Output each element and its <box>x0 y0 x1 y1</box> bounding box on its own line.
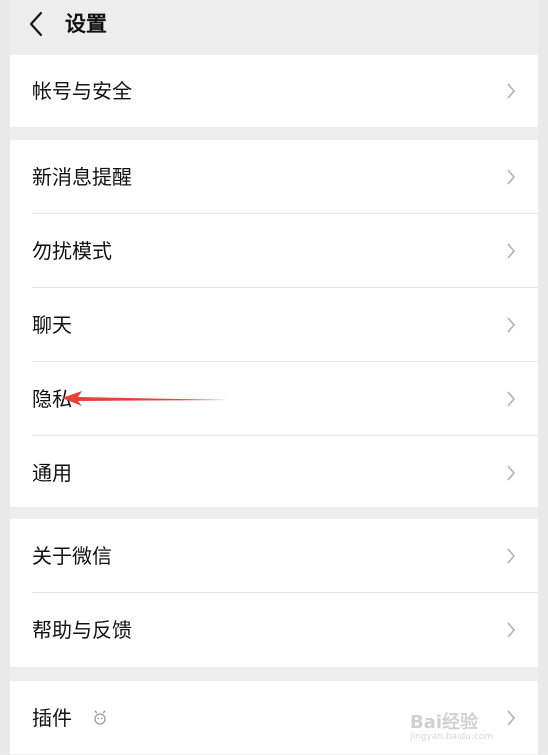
settings-item-chat[interactable]: 聊天 <box>10 288 538 362</box>
chevron-left-icon[interactable] <box>28 11 44 37</box>
settings-item-label: 帐号与安全 <box>32 79 132 103</box>
settings-item-about-wechat[interactable]: 关于微信 <box>10 519 538 593</box>
settings-screen: 设置 帐号与安全 新消息提醒 勿扰模式 聊天 隐私 通用 关于微信 帮助与反馈 … <box>0 0 548 754</box>
chevron-right-icon <box>507 548 516 564</box>
chevron-right-icon <box>507 317 516 333</box>
settings-item-label: 勿扰模式 <box>32 239 112 263</box>
settings-item-do-not-disturb[interactable]: 勿扰模式 <box>10 214 538 288</box>
watermark-main: Bai经验 <box>410 712 479 733</box>
left-edge <box>0 0 10 754</box>
chevron-right-icon <box>507 243 516 259</box>
settings-item-label: 关于微信 <box>32 544 112 568</box>
nav-bar: 设置 <box>10 0 538 50</box>
settings-item-help-feedback[interactable]: 帮助与反馈 <box>10 593 538 667</box>
settings-item-label: 新消息提醒 <box>32 165 132 189</box>
settings-group-account: 帐号与安全 <box>10 55 538 127</box>
settings-item-label: 帮助与反馈 <box>32 618 132 642</box>
settings-item-label: 聊天 <box>32 313 72 337</box>
settings-item-label: 插件 <box>32 706 72 730</box>
annotation-arrow <box>62 391 228 406</box>
chevron-right-icon <box>507 83 516 99</box>
settings-item-new-message-alerts[interactable]: 新消息提醒 <box>10 140 538 214</box>
settings-group-about: 关于微信 帮助与反馈 <box>10 519 538 667</box>
page-title: 设置 <box>65 12 107 36</box>
chevron-right-icon <box>507 465 516 481</box>
settings-item-label: 通用 <box>32 461 72 485</box>
watermark-sub: jingyan.baidu.com <box>410 732 494 742</box>
chevron-right-icon <box>507 391 516 407</box>
right-edge <box>538 0 548 754</box>
watermark: Bai经验 jingyan.baidu.com <box>410 708 520 748</box>
chevron-right-icon <box>507 622 516 638</box>
settings-item-account-security[interactable]: 帐号与安全 <box>10 55 538 127</box>
settings-group-main: 新消息提醒 勿扰模式 聊天 隐私 通用 <box>10 140 538 507</box>
chevron-right-icon <box>507 169 516 185</box>
plugin-icon <box>94 710 106 725</box>
settings-item-general[interactable]: 通用 <box>10 436 538 510</box>
